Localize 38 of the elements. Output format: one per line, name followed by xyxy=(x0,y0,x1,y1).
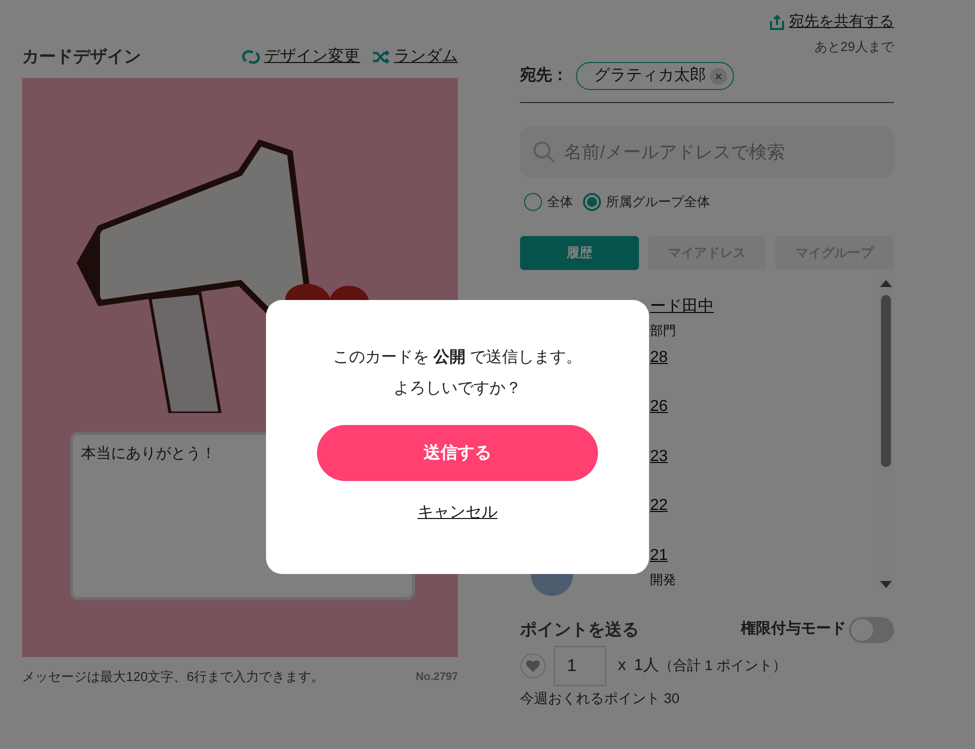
contact-name[interactable]: 28 xyxy=(650,346,668,370)
mode-toggle[interactable] xyxy=(849,616,894,642)
mode-label: 権限付与モード xyxy=(741,619,846,640)
design-link[interactable]: ランダム xyxy=(372,45,458,69)
section-title: カードデザイン xyxy=(22,46,141,68)
contact-name[interactable]: 26 xyxy=(650,395,668,419)
scroll-up-icon[interactable] xyxy=(880,278,892,286)
people-count: 1人 xyxy=(634,656,659,676)
points-title: ポイントを送る xyxy=(520,618,639,641)
caption-text: メッセージは最大120文字、6行まで入力できます。 xyxy=(22,668,324,686)
department-text: 部門 xyxy=(650,322,677,340)
refresh-icon xyxy=(242,50,260,64)
total-text: （合計 1 ポイント） xyxy=(658,656,786,675)
contact-name[interactable]: 22 xyxy=(650,494,668,518)
recipient-chip: グラティカ太郎 xyxy=(576,62,734,90)
dialog-message: このカードを 公開 で送信します。 xyxy=(333,348,582,368)
contact-name[interactable]: ード田中 xyxy=(650,294,714,318)
contact-name[interactable]: 23 xyxy=(650,444,668,468)
dialog-question: よろしいですか？ xyxy=(394,379,522,399)
points-input[interactable]: 1 xyxy=(554,646,606,686)
send-button[interactable]: 送信する xyxy=(317,425,598,481)
share-link[interactable]: 宛先を共有する xyxy=(769,11,894,34)
times-sign: x xyxy=(618,656,626,676)
contact-name[interactable]: 21 xyxy=(650,544,676,568)
remove-icon[interactable] xyxy=(710,68,727,84)
department-text: 開発 xyxy=(650,570,676,588)
share-icon xyxy=(769,14,785,30)
scope-radio[interactable]: 所属グループ全体 xyxy=(583,192,710,212)
remaining-text: あと29人まで xyxy=(814,38,894,56)
weekly-points-text: 今週おくれるポイント 30 xyxy=(520,688,680,708)
recipient-label: 宛先： xyxy=(520,65,568,86)
card-number: No.2797 xyxy=(416,670,458,684)
design-link[interactable]: デザイン変更 xyxy=(242,45,360,69)
search-icon xyxy=(532,140,556,164)
cancel-link[interactable]: キャンセル xyxy=(418,501,498,525)
scope-radio[interactable]: 全体 xyxy=(524,192,573,212)
scroll-down-icon[interactable] xyxy=(880,580,892,588)
shuffle-icon xyxy=(372,50,390,64)
